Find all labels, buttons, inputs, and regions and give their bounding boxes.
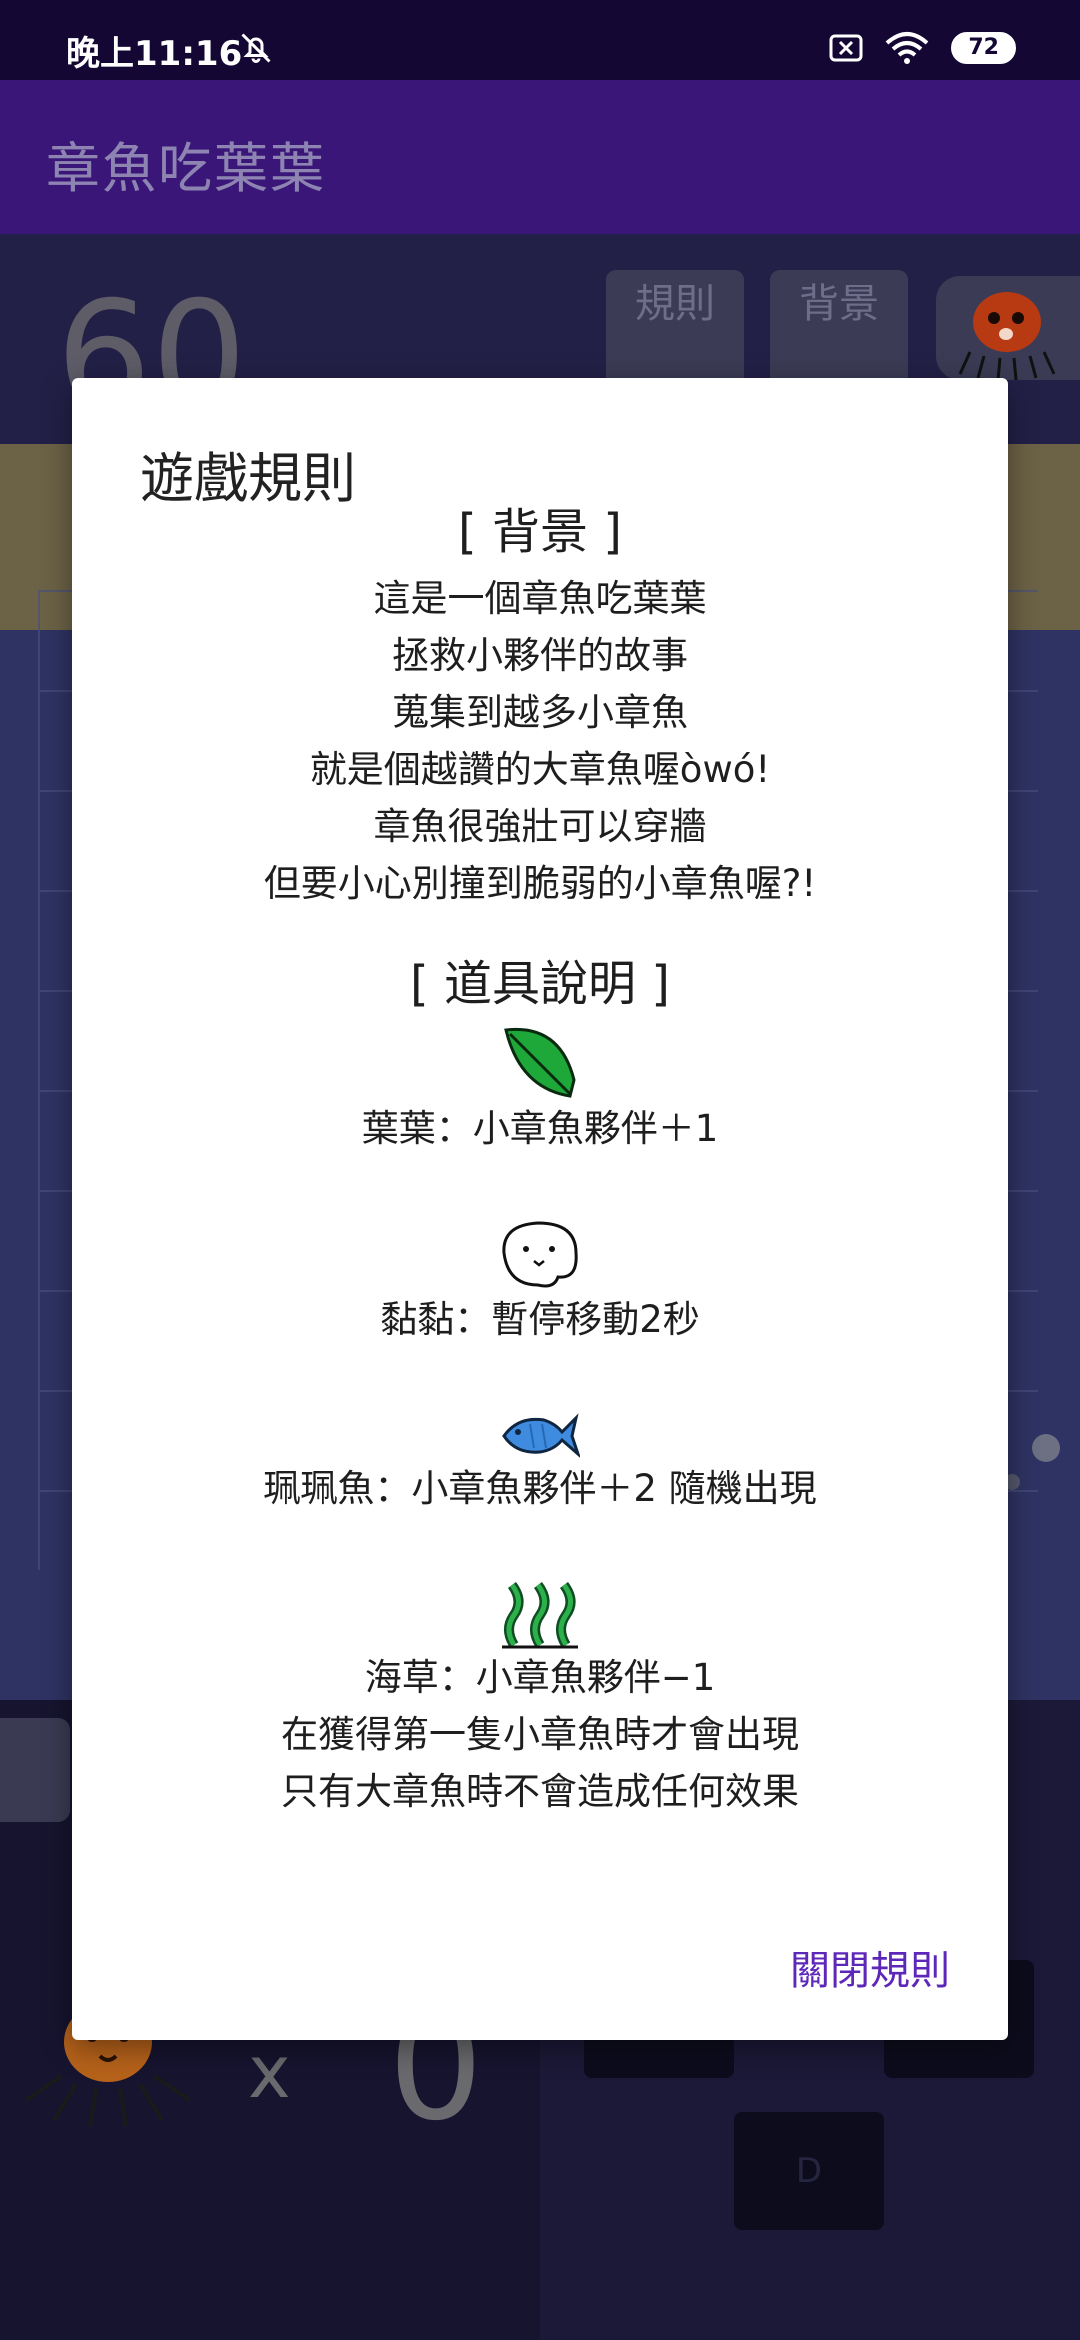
fish-icon [502,1413,580,1458]
item-line: 珮珮魚：小章魚夥伴＋2 隨機出現 [263,1467,817,1510]
leaf-icon [504,1027,576,1098]
item-line: 黏黏：暫停移動2秒 [380,1298,700,1341]
app-title: 章魚吃葉葉 [46,137,326,200]
item-line: 只有大章魚時不會造成任何效果 [281,1770,799,1813]
battery-indicator: 72 [951,32,1016,64]
side-button[interactable] [0,1718,70,1822]
octopus-icon [958,292,1056,381]
item-line: 在獲得第一隻小章魚時才會出現 [281,1713,799,1756]
app-bar: 章魚吃葉葉 [0,80,1080,234]
wifi-icon [886,32,929,64]
background-line: 這是一個章魚吃葉葉 [373,577,707,620]
items-heading: [ 道具說明 ] [410,956,670,1012]
octopus-button[interactable] [936,276,1080,381]
background-line: 拯救小夥伴的故事 [392,634,688,677]
dialog-content: [ 背景 ] 這是一個章魚吃葉葉 拯救小夥伴的故事 蒐集到越多小章魚 就是個越讚… [72,500,1008,1820]
sim-off-icon [829,34,863,62]
item-line: 海草：小章魚夥伴−1 [364,1656,716,1699]
bell-muted-icon [241,33,271,63]
slime-icon [502,1221,578,1288]
close-rules-button[interactable]: 關閉規則 [790,1938,950,1996]
rules-dialog: 遊戲規則 [ 背景 ] 這是一個章魚吃葉葉 拯救小夥伴的故事 蒐集到越多小章魚 … [72,378,1008,2040]
dpad-down-button[interactable]: D [734,2112,884,2230]
status-time: 晚上11:16 [66,34,243,74]
background-line: 章魚很強壯可以穿牆 [373,805,707,848]
background-heading: [ 背景 ] [458,504,622,560]
multiplier-label: x [248,2030,291,2114]
background-line: 蒐集到越多小章魚 [392,691,688,734]
background-line: 就是個越讚的大章魚喔òwó! [309,748,771,791]
bubble-icon [1032,1434,1060,1462]
rules-button[interactable]: 規則 [606,270,744,390]
seaweed-icon [502,1582,578,1649]
background-button[interactable]: 背景 [770,270,908,390]
status-bar: 晚上11:16 72 [0,0,1080,80]
item-line: 葉葉：小章魚夥伴＋1 [361,1107,719,1150]
background-line: 但要小心別撞到脆弱的小章魚喔?! [263,862,817,905]
